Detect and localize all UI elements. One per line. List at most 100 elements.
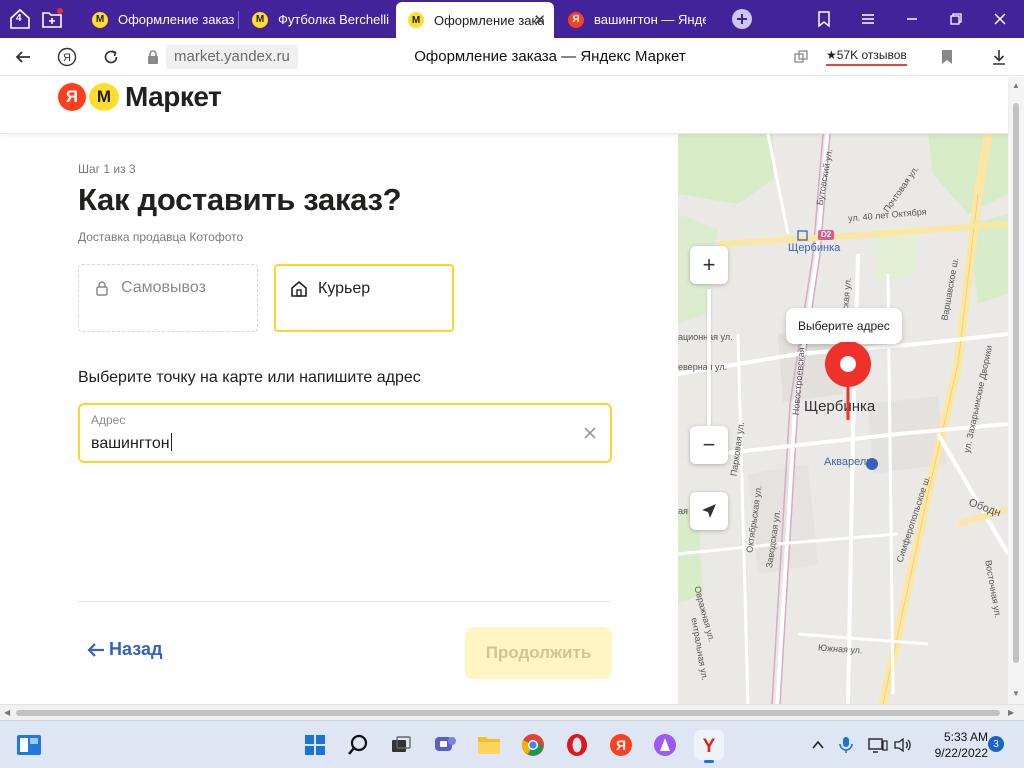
scrollbar-thumb[interactable] xyxy=(16,710,1000,716)
close-window-button[interactable] xyxy=(986,5,1014,33)
tab-search-washington[interactable]: Я вашингтон — Яндекс xyxy=(556,3,706,36)
task-view-button[interactable] xyxy=(386,730,416,760)
zoom-in-button[interactable]: + xyxy=(690,246,728,284)
svg-text:Y: Y xyxy=(703,736,716,757)
network-tray-button[interactable] xyxy=(868,735,888,755)
notification-count-badge[interactable]: 3 xyxy=(988,736,1004,752)
tab-tshirt[interactable]: М Футболка Berchelli xyxy=(240,3,392,36)
close-icon xyxy=(584,427,596,439)
file-explorer-button[interactable] xyxy=(474,730,504,760)
zoom-out-button[interactable]: − xyxy=(690,426,728,464)
browser-tab-strip: 4 М Оформление заказ М Футболка Berchell… xyxy=(0,0,1024,38)
back-link[interactable]: Назад xyxy=(86,639,162,660)
map-pin-icon xyxy=(825,342,871,420)
tab-checkout-active[interactable]: М Оформление зака ✕ xyxy=(396,2,554,38)
svg-text:Я: Я xyxy=(616,737,626,753)
reload-button[interactable] xyxy=(98,44,124,70)
poi-label[interactable]: Акварель xyxy=(824,456,872,468)
clear-address-button[interactable] xyxy=(580,423,600,443)
lock-icon xyxy=(148,50,158,64)
share-button[interactable] xyxy=(788,44,814,70)
map-tooltip: Выберите адрес xyxy=(786,308,902,344)
microphone-tray-button[interactable] xyxy=(836,735,856,755)
search-icon xyxy=(348,734,368,755)
delivery-option-courier[interactable]: Курьер xyxy=(274,264,454,332)
clock-date: 9/22/2022 xyxy=(934,746,988,760)
svg-text:Я: Я xyxy=(63,52,71,64)
location-arrow-icon xyxy=(702,504,716,518)
tab-separator xyxy=(238,11,239,29)
search-button[interactable] xyxy=(343,730,373,760)
chrome-icon xyxy=(521,734,544,756)
scroll-up-icon[interactable]: ▲ xyxy=(1012,81,1020,90)
new-tab-group-button[interactable] xyxy=(38,5,66,33)
station-badge: D2 xyxy=(821,230,832,239)
start-button[interactable] xyxy=(300,730,330,760)
restore-button[interactable] xyxy=(942,5,970,33)
bookmark-button[interactable] xyxy=(934,44,960,70)
yandex-browser-button[interactable]: Я xyxy=(606,730,636,760)
yandex-active-app-button[interactable]: Y xyxy=(694,730,724,763)
minimize-button[interactable] xyxy=(898,5,926,33)
scroll-left-icon[interactable]: ◀ xyxy=(4,708,10,717)
widgets-icon xyxy=(17,735,41,755)
logo-m-circle: М xyxy=(89,83,119,111)
scroll-right-icon[interactable]: ▶ xyxy=(1008,708,1014,717)
tab-checkout-1[interactable]: М Оформление заказ xyxy=(80,3,236,36)
logo-ya-circle: Я xyxy=(58,83,86,111)
download-icon xyxy=(993,50,1005,65)
pickup-label: Самовывоз xyxy=(121,279,206,296)
site-info-button[interactable] xyxy=(140,44,166,70)
windows-taskbar: Я Y 5:33 AM 9/22/2022 3 xyxy=(0,720,1024,768)
page-viewport: Я М Маркет Шаг 1 из 3 Как доставить зака… xyxy=(0,77,1024,704)
back-button[interactable] xyxy=(10,44,36,70)
address-input[interactable]: Адрес вашингтон xyxy=(78,403,612,463)
delivery-map[interactable]: Почтовая ул. ул. 40 лет Октября Варшавск… xyxy=(678,134,1008,704)
tab-label: Оформление заказ xyxy=(118,12,235,27)
task-view-icon xyxy=(392,736,411,752)
scroll-down-icon[interactable]: ▼ xyxy=(1012,689,1020,698)
reviews-badge[interactable]: ★57K отзывов xyxy=(826,47,907,66)
downloads-button[interactable] xyxy=(986,44,1012,70)
teams-chat-button[interactable] xyxy=(430,730,460,760)
widgets-button[interactable] xyxy=(14,730,44,760)
bookmark-icon xyxy=(942,50,952,64)
horizontal-scrollbar[interactable]: ◀ ▶ xyxy=(0,704,1024,720)
zoom-slider-track[interactable] xyxy=(707,289,711,429)
station-label[interactable]: Щербинка xyxy=(788,242,840,254)
collections-button[interactable] xyxy=(810,5,838,33)
browser-navigation-bar: Я market.yandex.ru Оформление заказа — Я… xyxy=(0,38,1024,76)
close-tab-icon[interactable]: ✕ xyxy=(533,11,546,29)
address-field-value[interactable]: вашингтон xyxy=(91,433,172,453)
reload-icon xyxy=(104,50,118,64)
bookmark-stack-icon xyxy=(818,11,830,28)
geolocate-button[interactable] xyxy=(690,492,728,530)
street-label: ационная ул. xyxy=(678,332,733,342)
text-caret xyxy=(170,433,172,451)
logo-wordmark: Маркет xyxy=(125,81,222,112)
address-field-label: Адрес xyxy=(91,413,126,427)
show-hidden-icons-button[interactable] xyxy=(808,735,828,755)
market-favicon-icon: М xyxy=(252,11,268,28)
checkout-title: Как доставить заказ? xyxy=(78,182,402,217)
continue-button[interactable]: Продолжить xyxy=(465,627,612,679)
opera-button[interactable] xyxy=(562,730,592,760)
volume-tray-button[interactable] xyxy=(893,735,913,755)
alice-button[interactable] xyxy=(650,730,680,760)
url-field[interactable]: market.yandex.ru xyxy=(166,45,298,69)
yandex-logo-icon: Я xyxy=(57,47,77,67)
chrome-button[interactable] xyxy=(518,730,548,760)
tab-overview-button[interactable]: 4 xyxy=(6,5,34,33)
section-divider xyxy=(78,601,610,602)
clock[interactable]: 5:33 AM 9/22/2022 xyxy=(920,729,988,761)
yandex-y-icon: Y xyxy=(703,736,716,757)
copy-link-icon xyxy=(794,50,808,63)
folder-plus-icon xyxy=(42,8,63,28)
menu-button[interactable] xyxy=(854,5,882,33)
yandex-home-button[interactable]: Я xyxy=(54,44,80,70)
new-tab-button[interactable] xyxy=(728,5,756,33)
market-logo[interactable]: Я М Маркет xyxy=(58,81,222,113)
scrollbar-thumb[interactable] xyxy=(1013,103,1019,663)
vertical-scrollbar[interactable]: ▲ ▼ xyxy=(1008,77,1024,704)
delivery-option-pickup[interactable]: Самовывоз xyxy=(78,264,258,332)
